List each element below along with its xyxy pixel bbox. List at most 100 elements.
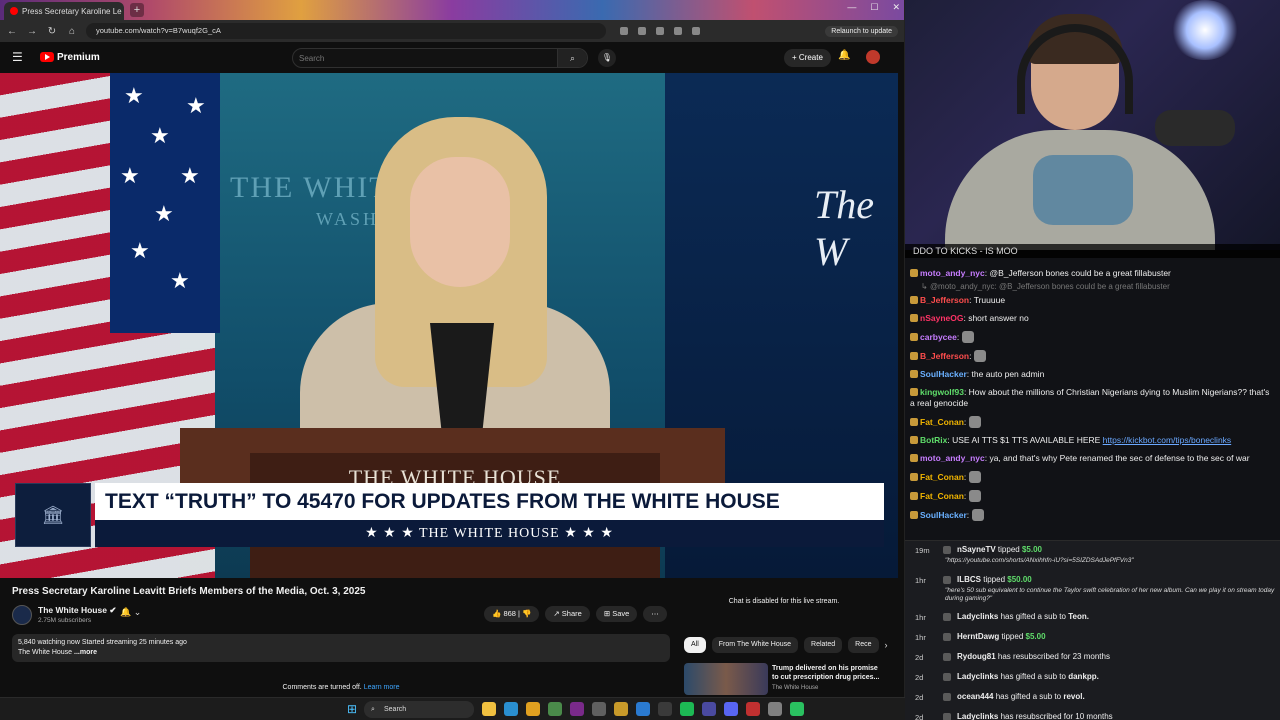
chat-username[interactable]: SoulHacker	[920, 510, 967, 520]
event-action: tipped	[997, 545, 1020, 554]
chip-all[interactable]: All	[684, 637, 706, 653]
more-actions-button[interactable]: ⋯	[643, 606, 667, 622]
video-player[interactable]: The W THE WHITE HOUSE WASHINGTON ★ ★ ★ ★…	[0, 73, 898, 578]
recommended-title[interactable]: Trump delivered on his promise to cut pr…	[772, 664, 884, 682]
event-target[interactable]: revol.	[1063, 692, 1084, 701]
taskbar-search-icon: ⌕	[371, 706, 375, 713]
search-input[interactable]	[293, 53, 557, 63]
menu-icon[interactable]: ☰	[12, 50, 28, 64]
file-explorer-icon[interactable]	[482, 702, 496, 716]
taskbar-search[interactable]: ⌕ Search	[364, 701, 474, 718]
reload-icon[interactable]: ↻	[46, 26, 58, 37]
new-tab-button[interactable]: +	[130, 3, 144, 17]
url-field[interactable]: youtube.com/watch?v=B7wuqf2G_cA	[86, 23, 606, 39]
chat-username[interactable]: kingwolf93	[920, 387, 964, 397]
user-badge-icon	[910, 296, 918, 304]
learn-more-link[interactable]: Learn more	[364, 684, 400, 691]
chat-username[interactable]: carbycee	[920, 332, 957, 342]
chip-recent[interactable]: Rece	[848, 637, 879, 653]
description-more-link[interactable]: ...more	[74, 649, 97, 656]
event-type-icon	[943, 633, 951, 641]
event-user[interactable]: ocean444	[957, 692, 993, 701]
chip-from-channel[interactable]: From The White House	[711, 637, 799, 653]
chat-username[interactable]: moto_andy_nyc	[920, 268, 985, 278]
chat-username[interactable]: Fat_Conan	[920, 472, 964, 482]
subscribe-bell-icon[interactable]: 🔔 ⌄	[120, 607, 141, 618]
browser-tab-active[interactable]: Press Secretary Karoline Le ✕	[4, 2, 124, 20]
search-icon[interactable]: ⌕	[557, 49, 587, 67]
chat-username[interactable]: SoulHacker	[920, 369, 967, 379]
extension-icon[interactable]	[692, 27, 700, 35]
extension-icon[interactable]	[674, 27, 682, 35]
event-user[interactable]: Ladyclinks	[957, 712, 998, 720]
save-button[interactable]: ⊞ Save	[595, 606, 638, 622]
folder-icon[interactable]	[614, 702, 628, 716]
channel-avatar[interactable]	[12, 605, 32, 625]
chrome-profile-icon[interactable]	[548, 702, 562, 716]
event-target[interactable]: dankpp.	[1068, 672, 1099, 681]
lower-third-subline: ★ ★ ★ THE WHITE HOUSE ★ ★ ★	[95, 520, 884, 547]
recommended-video[interactable]: Trump delivered on his promise to cut pr…	[684, 663, 894, 695]
app-icon[interactable]	[658, 702, 672, 716]
discord-icon[interactable]	[724, 702, 738, 716]
extension-icon[interactable]	[620, 27, 628, 35]
extension-icon[interactable]	[656, 27, 664, 35]
chat-username[interactable]: B_Jefferson	[920, 351, 969, 361]
like-button[interactable]: 👍 868 | 👎	[484, 606, 540, 622]
chat-link[interactable]: https://kickbot.com/tips/boneclinks	[1103, 435, 1232, 445]
microphone-icon[interactable]: 🎙	[598, 49, 616, 67]
description-box[interactable]: 5,840 watching now Started streaming 25 …	[12, 634, 670, 662]
like-count: 868	[503, 609, 516, 618]
event-user[interactable]: nSayneTV	[957, 545, 996, 554]
obs-icon[interactable]	[570, 702, 584, 716]
app-icon[interactable]	[746, 702, 760, 716]
user-badge-icon	[910, 333, 918, 341]
create-label: Create	[798, 53, 823, 62]
channel-name[interactable]: The White House ✔	[38, 605, 116, 616]
home-icon[interactable]: ⌂	[66, 26, 78, 37]
chip-related[interactable]: Related	[804, 637, 843, 653]
youtube-logo[interactable]: Premium	[40, 52, 100, 63]
chrome-icon[interactable]	[526, 702, 540, 716]
chevron-right-icon[interactable]: ›	[885, 640, 888, 650]
app-icon[interactable]	[768, 702, 782, 716]
event-user[interactable]: ILBCS	[957, 575, 981, 584]
back-icon[interactable]: ←	[6, 26, 18, 37]
ring-light	[1170, 0, 1240, 60]
event-action: has gifted a sub to	[1000, 672, 1066, 681]
event-target[interactable]: Teon.	[1068, 612, 1089, 621]
chat-username[interactable]: Fat_Conan	[920, 491, 964, 501]
event-action: has gifted a sub to	[995, 692, 1062, 701]
chat-username[interactable]: moto_andy_nyc	[920, 453, 985, 463]
vscode-icon[interactable]	[636, 702, 650, 716]
forward-icon[interactable]: →	[26, 26, 38, 37]
windows-start-icon[interactable]: ⊞	[347, 703, 359, 715]
app-icon[interactable]	[592, 702, 606, 716]
shirt-print	[1033, 155, 1133, 225]
create-button[interactable]: + Create	[784, 49, 831, 67]
reply-text: @moto_andy_nyc: @B_Jefferson bones could…	[929, 282, 1170, 291]
share-button[interactable]: ↗ Share	[545, 606, 590, 622]
app-icon[interactable]	[790, 702, 804, 716]
event-row: 19m nSayneTV tipped $5.00 "https://youtube…	[905, 541, 1280, 571]
edge-icon[interactable]	[504, 702, 518, 716]
minimize-icon[interactable]: —	[847, 2, 856, 13]
chat-username[interactable]: BotRix	[920, 435, 947, 445]
recommended-thumbnail[interactable]	[684, 663, 768, 695]
chat-username[interactable]: B_Jefferson	[920, 295, 969, 305]
relaunch-button[interactable]: Relaunch to update	[825, 25, 898, 37]
chat-username[interactable]: Fat_Conan	[920, 417, 964, 427]
event-user[interactable]: Ladyclinks	[957, 672, 998, 681]
close-window-icon[interactable]: ✕	[892, 2, 900, 13]
event-user[interactable]: HerntDawg	[957, 632, 999, 641]
notifications-bell-icon[interactable]: 🔔	[838, 50, 850, 61]
maximize-icon[interactable]: ☐	[870, 2, 878, 13]
app-icon[interactable]	[702, 702, 716, 716]
event-user[interactable]: Ladyclinks	[957, 612, 998, 621]
chat-username[interactable]: nSayneOG	[920, 313, 963, 323]
extension-icon[interactable]	[638, 27, 646, 35]
spotify-icon[interactable]	[680, 702, 694, 716]
event-user[interactable]: Rydoug81	[957, 652, 996, 661]
avatar[interactable]	[866, 50, 880, 64]
webcam-feed	[905, 0, 1280, 250]
